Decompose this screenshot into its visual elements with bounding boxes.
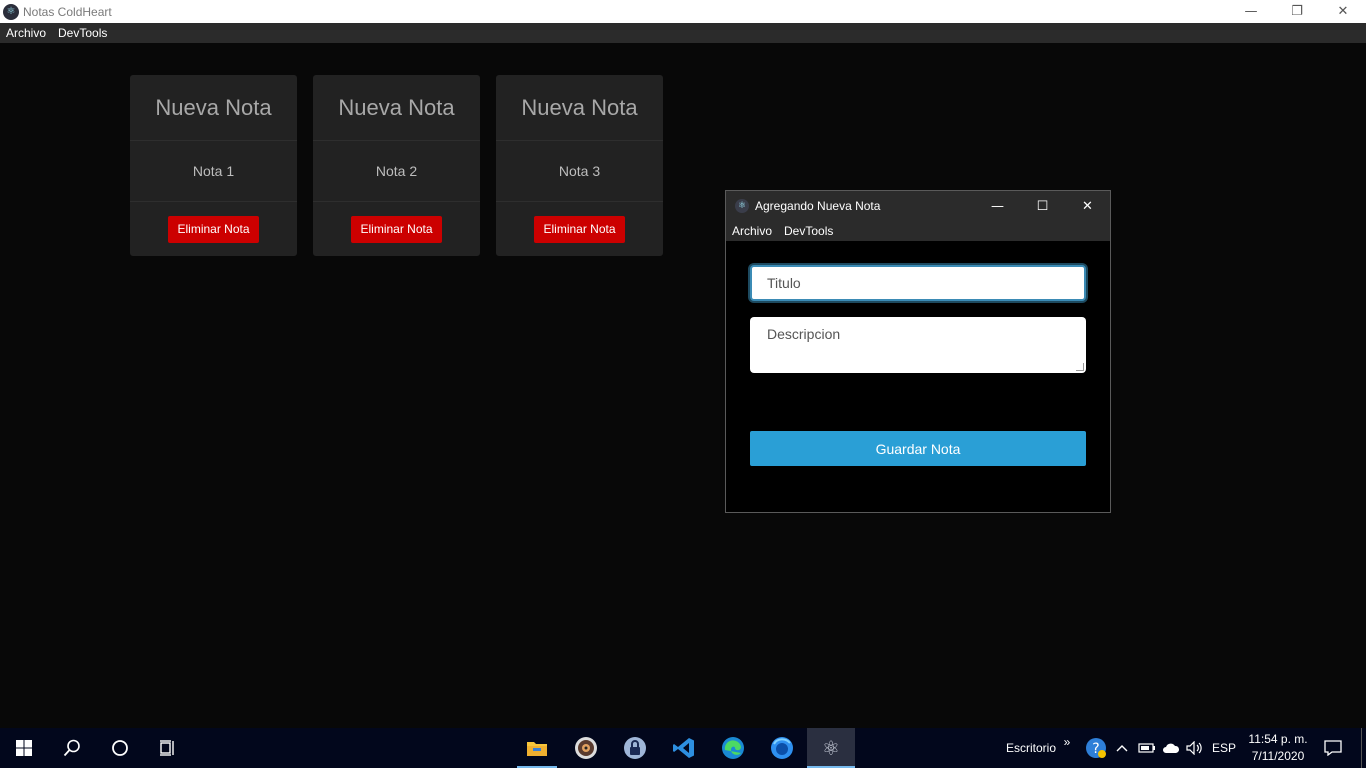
delete-note-button[interactable]: Eliminar Nota	[351, 215, 442, 243]
media-player-icon	[575, 737, 597, 759]
battery-tray-button[interactable]	[1136, 728, 1158, 768]
note-card: Nueva Nota Nota 1 Eliminar Nota	[130, 75, 297, 256]
new-note-window-controls: — ☐ ✕	[975, 191, 1110, 221]
desktop-toolbar-label: Escritorio	[1005, 741, 1056, 755]
language-indicator[interactable]: ESP	[1210, 728, 1238, 768]
cloud-icon	[1163, 743, 1180, 753]
electron-app-icon: ⚛	[3, 3, 19, 20]
note-card-footer: Eliminar Nota	[496, 202, 663, 256]
windows-icon	[16, 740, 32, 756]
edge-icon	[722, 737, 744, 759]
resize-handle-icon[interactable]	[1076, 363, 1084, 371]
close-button[interactable]: ✕	[1320, 0, 1366, 23]
minimize-button[interactable]: —	[1228, 0, 1274, 23]
note-title: Nueva Nota	[496, 75, 663, 141]
show-hidden-icons-button[interactable]	[1113, 728, 1131, 768]
task-view-icon	[160, 740, 174, 756]
search-icon	[63, 739, 80, 757]
volume-icon	[1186, 741, 1202, 755]
onedrive-tray-button[interactable]	[1160, 728, 1182, 768]
show-desktop-button[interactable]	[1361, 728, 1362, 768]
help-tray-button[interactable]: ?	[1083, 728, 1109, 768]
menu-devtools[interactable]: DevTools	[52, 26, 113, 40]
note-title: Nueva Nota	[130, 75, 297, 141]
action-center-button[interactable]	[1320, 728, 1346, 768]
firefox-taskbar-button[interactable]	[758, 728, 806, 768]
delete-note-button[interactable]: Eliminar Nota	[534, 215, 625, 243]
menu-archivo[interactable]: Archivo	[0, 26, 52, 40]
firefox-icon	[771, 737, 793, 759]
new-note-menubar: Archivo DevTools	[726, 221, 1110, 241]
description-textarea[interactable]: Descripcion	[750, 317, 1086, 373]
note-card-footer: Eliminar Nota	[130, 202, 297, 256]
new-note-window: ⚛ Agregando Nueva Nota — ☐ ✕ Archivo Dev…	[725, 190, 1111, 513]
menu-archivo[interactable]: Archivo	[726, 224, 778, 238]
restore-button[interactable]: ❐	[1274, 0, 1320, 23]
language-label: ESP	[1211, 741, 1236, 755]
note-card: Nueva Nota Nota 3 Eliminar Nota	[496, 75, 663, 256]
main-window-controls: — ❐ ✕	[1228, 0, 1366, 23]
menu-devtools[interactable]: DevTools	[778, 224, 839, 238]
edge-taskbar-button[interactable]	[709, 728, 757, 768]
minimize-button[interactable]: —	[975, 191, 1020, 221]
help-icon: ?	[1086, 738, 1106, 758]
clock-date: 7/11/2020	[1251, 749, 1305, 763]
close-button[interactable]: ✕	[1065, 191, 1110, 221]
electron-taskbar-button[interactable]: ⚛	[807, 728, 855, 768]
note-description: Nota 2	[313, 141, 480, 202]
toolbar-chevron-label: »	[1063, 735, 1071, 749]
main-window-titlebar[interactable]: ⚛ Notas ColdHeart — ❐ ✕	[0, 0, 1366, 23]
task-view-button[interactable]	[144, 728, 192, 768]
media-player-taskbar-button[interactable]	[562, 728, 610, 768]
note-card-footer: Eliminar Nota	[313, 202, 480, 256]
notes-list: Nueva Nota Nota 1 Eliminar Nota Nueva No…	[130, 75, 663, 256]
desktop-toolbar[interactable]: Escritorio	[1003, 728, 1059, 768]
clock-time: 11:54 p. m.	[1248, 732, 1308, 746]
toolbar-chevron-icon[interactable]: »	[1061, 722, 1073, 762]
electron-app-icon: ⚛	[735, 199, 749, 213]
description-placeholder: Descripcion	[767, 326, 841, 342]
battery-icon	[1138, 743, 1155, 753]
new-note-window-titlebar[interactable]: ⚛ Agregando Nueva Nota — ☐ ✕	[726, 191, 1110, 221]
volume-tray-button[interactable]	[1184, 728, 1206, 768]
delete-note-button[interactable]: Eliminar Nota	[168, 215, 259, 243]
note-card: Nueva Nota Nota 2 Eliminar Nota	[313, 75, 480, 256]
lock-icon	[624, 737, 646, 759]
main-menubar: Archivo DevTools	[0, 23, 1366, 43]
note-title: Nueva Nota	[313, 75, 480, 141]
save-note-button[interactable]: Guardar Nota	[750, 431, 1086, 466]
clock[interactable]: 11:54 p. m. 7/11/2020	[1243, 731, 1313, 765]
maximize-button[interactable]: ☐	[1020, 191, 1065, 221]
electron-icon: ⚛	[822, 736, 840, 760]
folder-icon	[527, 742, 547, 756]
cortana-icon	[112, 740, 128, 756]
new-note-window-title: Agregando Nueva Nota	[755, 199, 881, 213]
notification-icon	[1324, 740, 1342, 756]
vpn-taskbar-button[interactable]	[611, 728, 659, 768]
cortana-button[interactable]	[96, 728, 144, 768]
start-button[interactable]	[0, 728, 48, 768]
vscode-taskbar-button[interactable]	[660, 728, 708, 768]
note-description: Nota 3	[496, 141, 663, 202]
file-explorer-taskbar-button[interactable]	[513, 728, 561, 768]
main-window-title: Notas ColdHeart	[23, 4, 112, 19]
note-description: Nota 1	[130, 141, 297, 202]
taskbar: ⚛ Escritorio » ? ESP 11:54 p. m. 7/11/20…	[0, 728, 1366, 768]
title-input[interactable]: Titulo	[750, 265, 1086, 301]
vscode-icon	[673, 738, 694, 758]
chevron-up-icon	[1116, 745, 1128, 752]
search-button[interactable]	[48, 728, 96, 768]
